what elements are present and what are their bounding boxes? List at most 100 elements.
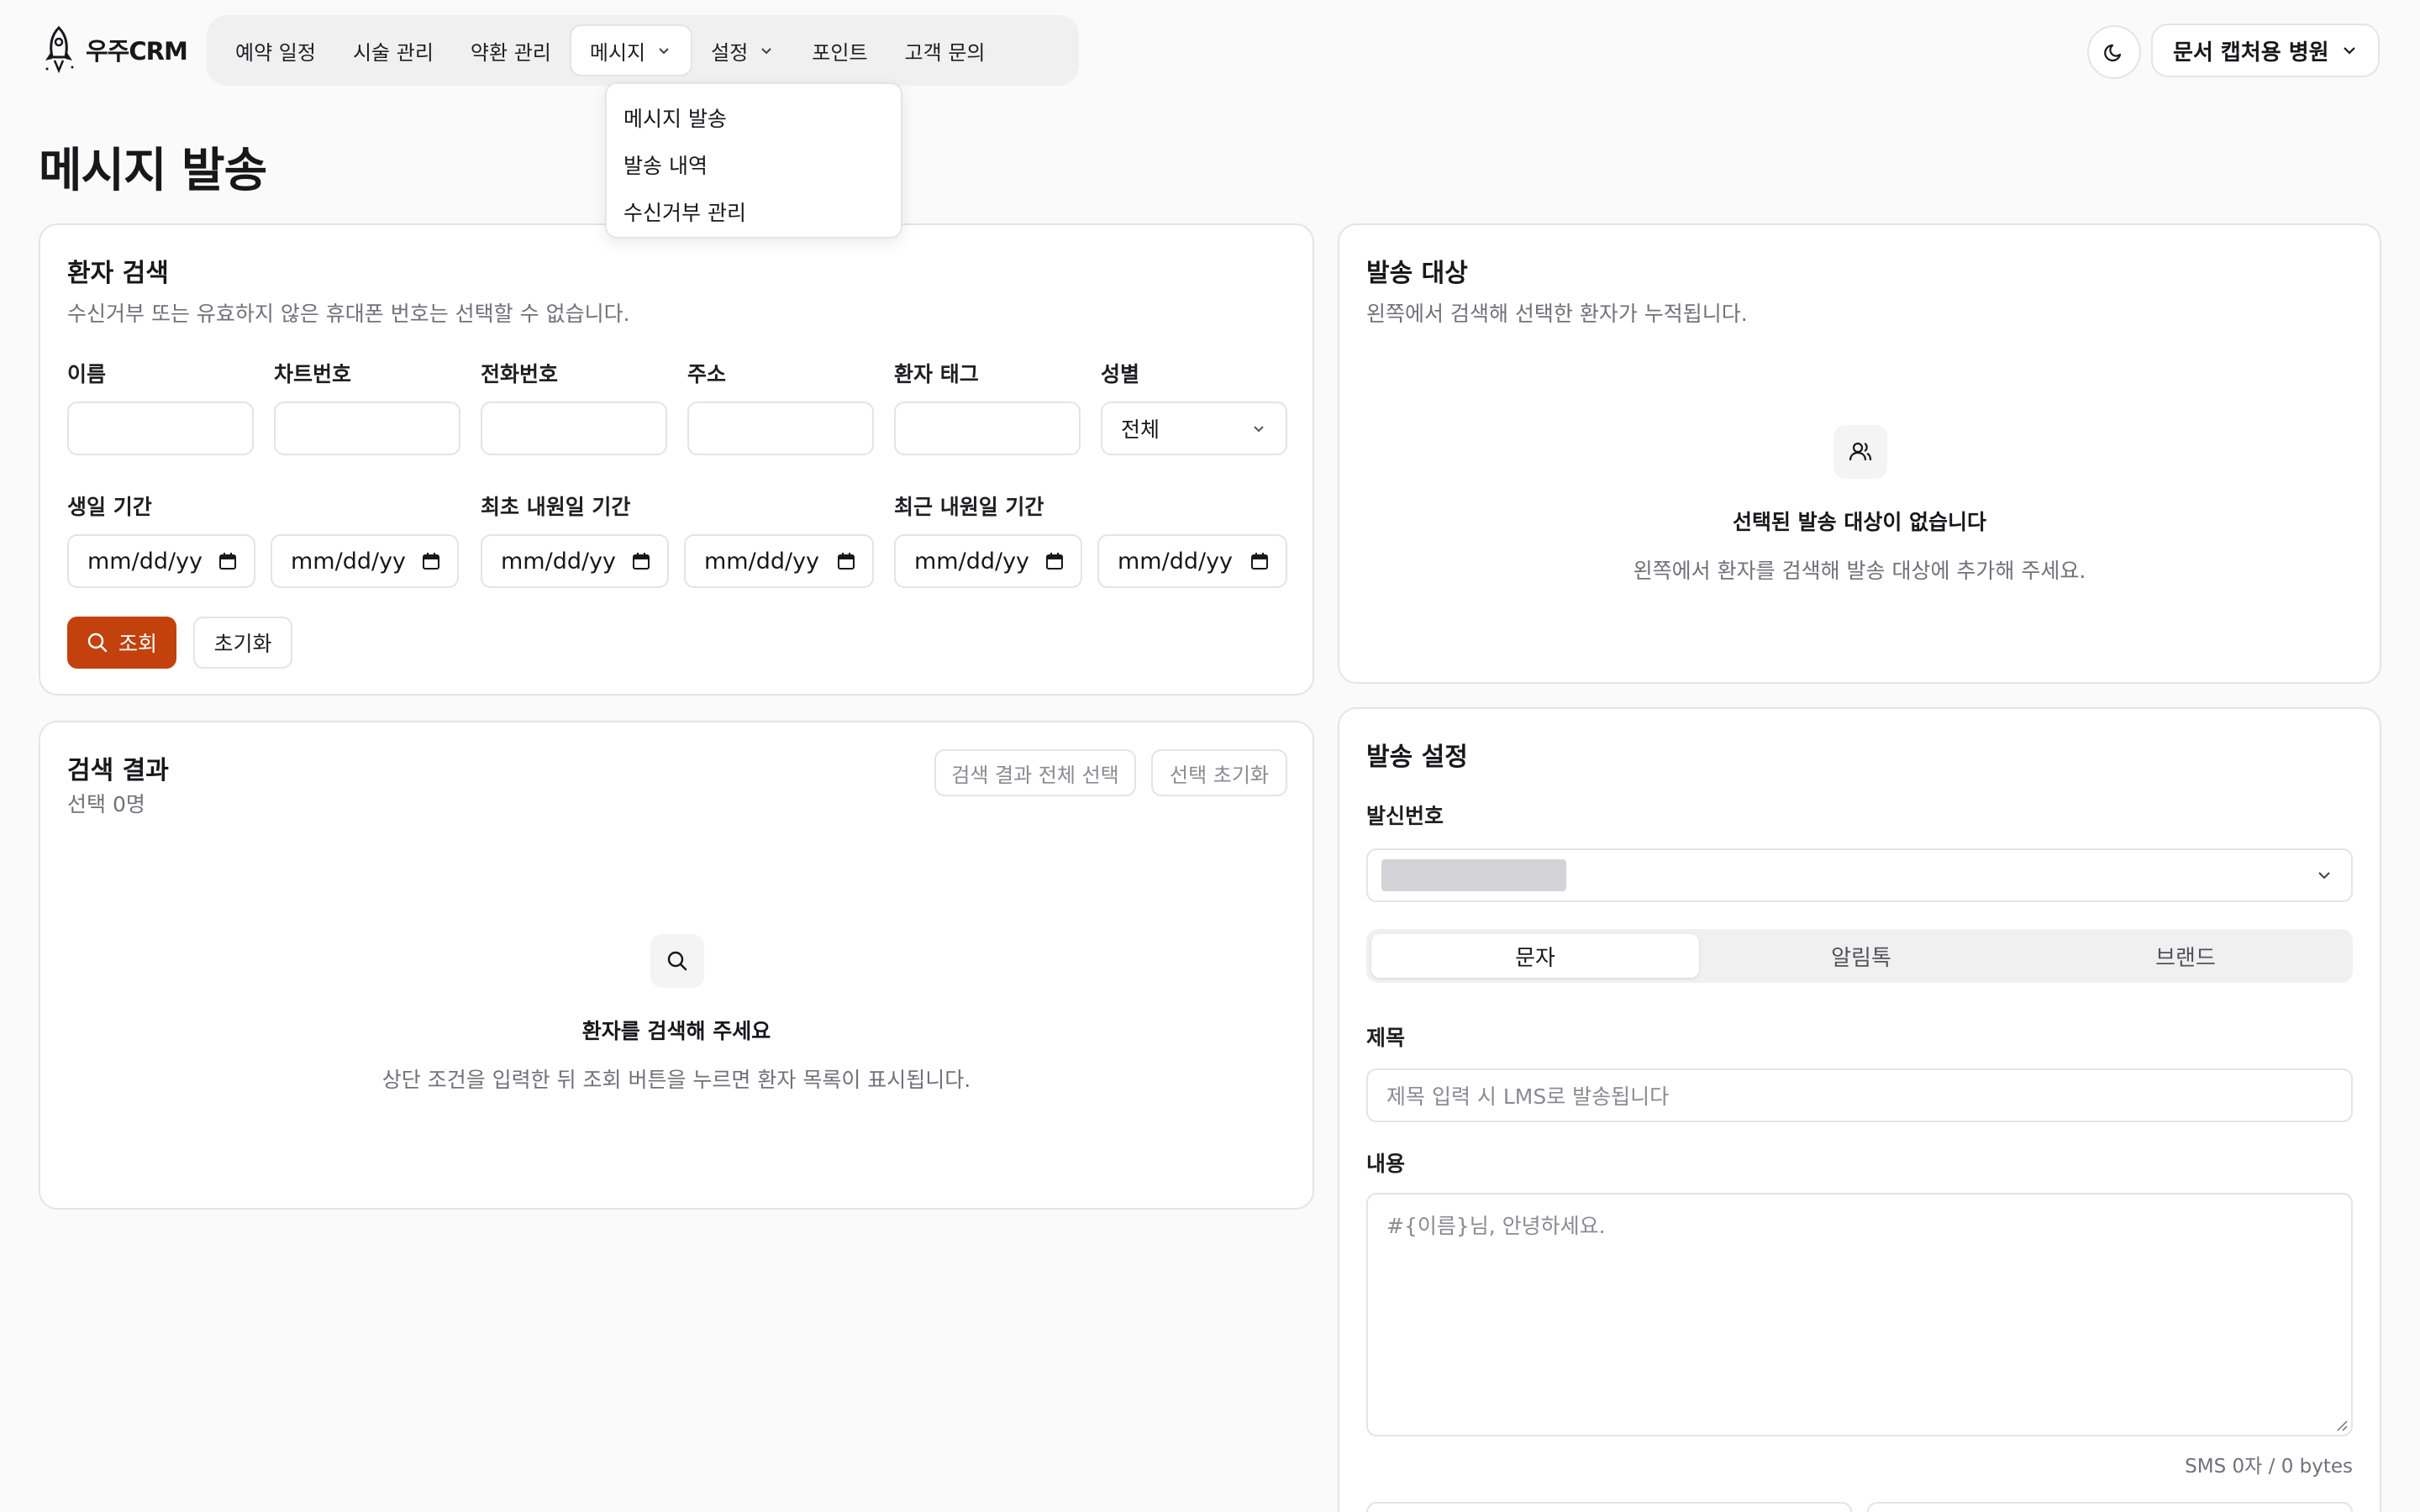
send-settings-card: 발송 설정 발신번호 문자 알림톡 브랜드 제목 제목 입력 시 LMS로 발송… (1338, 707, 2381, 1512)
date-value: mm/dd/yy (291, 548, 407, 575)
chart-no-label: 차트번호 (274, 362, 352, 386)
theme-toggle-button[interactable] (2087, 25, 2141, 79)
sender-number-select[interactable] (1366, 848, 2353, 902)
search-button[interactable]: 조회 (67, 617, 176, 669)
birthday-to-input[interactable]: mm/dd/yy (271, 534, 459, 588)
gender-label: 성별 (1101, 362, 1140, 386)
nav-item-label: 시술 관리 (352, 40, 434, 65)
content-placeholder: #{이름}님, 안녕하세요. (1386, 1214, 1606, 1238)
content-textarea[interactable]: #{이름}님, 안녕하세요. (1366, 1193, 2353, 1436)
tab-sms[interactable]: 문자 (1371, 934, 1699, 978)
name-label: 이름 (67, 362, 107, 386)
subject-input[interactable]: 제목 입력 시 LMS로 발송됩니다 (1366, 1068, 2353, 1122)
chevron-down-icon (1254, 426, 1264, 433)
nav-item-inquiry[interactable]: 고객 문의 (886, 24, 1004, 76)
card-title: 검색 결과 (67, 756, 169, 785)
message-type-tabs: 문자 알림톡 브랜드 (1366, 929, 2353, 983)
nav-item-procedure[interactable]: 시술 관리 (334, 24, 452, 76)
search-icon (87, 633, 108, 653)
recipients-card: 발송 대상 왼쪽에서 검색해 선택한 환자가 누적됩니다. 선택된 발송 대상이… (1338, 223, 2381, 684)
date-value: mm/dd/yy (914, 548, 1030, 575)
search-button-label: 조회 (118, 632, 157, 656)
calendar-icon (219, 553, 236, 570)
date-value: mm/dd/yy (1118, 548, 1234, 575)
chevron-down-icon (2344, 47, 2355, 55)
nav-item-message[interactable]: 메시지 (569, 24, 693, 76)
empty-state-title: 선택된 발송 대상이 없습니다 (1732, 510, 1987, 534)
tab-alimtalk[interactable]: 알림톡 (1697, 934, 2025, 978)
nav-item-points[interactable]: 포인트 (793, 24, 886, 76)
users-icon (1849, 442, 1872, 461)
menu-item-opt-out[interactable]: 수신거부 관리 (607, 188, 901, 235)
hospital-name: 문서 캡처용 병원 (2173, 39, 2329, 66)
calendar-icon (1251, 553, 1268, 570)
calendar-icon (423, 553, 439, 570)
subject-label: 제목 (1366, 1026, 1406, 1050)
empty-state-title: 환자를 검색해 주세요 (581, 1019, 771, 1043)
patient-search-card: 환자 검색 수신거부 또는 유효하지 않은 휴대폰 번호는 선택할 수 없습니다… (39, 223, 1314, 696)
reset-button[interactable]: 초기화 (193, 617, 292, 669)
first-visit-range-label: 최초 내원일 기간 (481, 495, 631, 519)
phone-input[interactable] (481, 402, 667, 455)
empty-state-description: 상단 조건을 입력한 뒤 조회 버튼을 누르면 환자 목록이 표시됩니다. (381, 1068, 971, 1092)
bottom-left-button[interactable] (1366, 1502, 1852, 1512)
char-counter: SMS 0자 / 0 bytes (2185, 1456, 2353, 1478)
sender-number-label: 발신번호 (1366, 804, 1444, 828)
chart-no-input[interactable] (274, 402, 460, 455)
card-description: 왼쪽에서 검색해 선택한 환자가 누적됩니다. (1366, 302, 1748, 326)
empty-state-icon (1833, 425, 1887, 479)
rocket-logo-icon (45, 25, 74, 74)
moon-icon (2104, 44, 2122, 62)
hospital-selector[interactable]: 문서 캡처용 병원 (2151, 24, 2380, 77)
gender-select[interactable]: 전체 (1101, 402, 1287, 455)
page-title: 메시지 발송 (39, 144, 267, 198)
card-title: 발송 대상 (1366, 259, 1468, 288)
calendar-icon (1046, 553, 1063, 570)
card-title: 발송 설정 (1366, 743, 1468, 772)
tag-input[interactable] (894, 402, 1081, 455)
empty-state-icon (650, 934, 704, 988)
date-value: mm/dd/yy (704, 548, 820, 575)
name-input[interactable] (67, 402, 254, 455)
chevron-down-icon (2318, 872, 2330, 879)
search-results-card: 검색 결과 선택 0명 검색 결과 전체 선택 선택 초기화 환자를 검색해 주… (39, 721, 1314, 1210)
nav-item-label: 메시지 (589, 40, 646, 65)
tab-brand[interactable]: 브랜드 (2022, 934, 2349, 978)
main-nav: 예약 일정 시술 관리 약환 관리 메시지 설정 포인트 고객 문의 (207, 15, 1079, 86)
message-dropdown-menu: 메시지 발송 발송 내역 수신거부 관리 (605, 82, 902, 239)
clear-selection-button[interactable]: 선택 초기화 (1151, 749, 1287, 796)
search-icon (667, 951, 687, 971)
first-visit-to-input[interactable]: mm/dd/yy (684, 534, 874, 588)
address-input[interactable] (687, 402, 874, 455)
nav-item-label: 예약 일정 (235, 40, 316, 65)
nav-item-medication[interactable]: 약환 관리 (452, 24, 570, 76)
menu-item-send-message[interactable]: 메시지 발송 (607, 94, 901, 141)
date-value: mm/dd/yy (87, 548, 203, 575)
bottom-right-button[interactable] (1867, 1502, 2353, 1512)
nav-item-label: 고객 문의 (904, 40, 986, 65)
card-description: 수신거부 또는 유효하지 않은 휴대폰 번호는 선택할 수 없습니다. (67, 302, 630, 326)
date-value: mm/dd/yy (501, 548, 617, 575)
last-visit-from-input[interactable]: mm/dd/yy (894, 534, 1082, 588)
calendar-icon (838, 553, 855, 570)
nav-item-settings[interactable]: 설정 (692, 24, 793, 76)
last-visit-range-label: 최근 내원일 기간 (894, 495, 1044, 519)
nav-item-label: 포인트 (812, 40, 868, 65)
selected-count: 선택 0명 (67, 792, 145, 816)
nav-item-reservation[interactable]: 예약 일정 (217, 24, 334, 76)
menu-item-send-history[interactable]: 발송 내역 (607, 141, 901, 188)
content-label: 내용 (1366, 1152, 1406, 1176)
nav-item-label: 설정 (711, 40, 749, 65)
last-visit-to-input[interactable]: mm/dd/yy (1097, 534, 1287, 588)
first-visit-from-input[interactable]: mm/dd/yy (481, 534, 669, 588)
calendar-icon (633, 553, 650, 570)
birthday-from-input[interactable]: mm/dd/yy (67, 534, 255, 588)
brand-logo[interactable]: 우주CRM (39, 25, 198, 74)
brand-name: 우주CRM (86, 37, 188, 66)
select-all-results-button[interactable]: 검색 결과 전체 선택 (934, 749, 1136, 796)
sender-number-skeleton (1381, 859, 1566, 891)
resize-handle-icon[interactable] (2334, 1418, 2348, 1431)
empty-state-description: 왼쪽에서 환자를 검색해 발송 대상에 추가해 주세요. (1633, 559, 2086, 583)
gender-select-value: 전체 (1121, 417, 1160, 442)
chevron-down-icon (761, 48, 771, 55)
